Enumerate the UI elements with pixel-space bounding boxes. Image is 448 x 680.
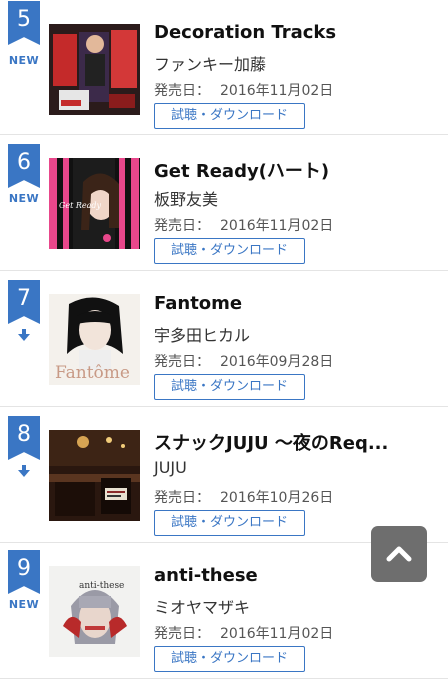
cover-text: anti-these [79,581,124,591]
release-date: 発売日： 2016年10月26日 [154,487,333,507]
rank-badge: 9 [8,550,40,594]
ranking-item[interactable]: 6 NEW Get Ready Get Ready(ハート) 板野友美 発売日：… [0,135,448,271]
release-label: 発売日： [154,218,210,234]
ranking-item[interactable]: 5 NEW Decoration Tracks ファンキー加藤 発売日： 2016… [0,0,448,135]
album-cover[interactable] [49,24,140,115]
artist-name[interactable]: ミオヤマザキ [154,594,250,618]
album-cover-image [49,430,140,521]
release-label: 発売日： [154,490,210,506]
rank-badge: 6 [8,144,40,188]
rank-badge: 5 [8,1,40,45]
release-value: 2016年11月02日 [220,83,334,99]
release-value: 2016年11月02日 [220,626,334,642]
release-value: 2016年10月26日 [220,490,334,506]
artist-name[interactable]: 板野友美 [154,186,218,210]
listen-download-button[interactable]: 試聴・ダウンロード [154,238,305,264]
scroll-to-top-button[interactable] [371,526,427,582]
listen-download-button[interactable]: 試聴・ダウンロード [154,374,305,400]
track-title[interactable]: Decoration Tracks [154,22,434,43]
chevron-up-icon [386,546,412,562]
release-label: 発売日： [154,354,210,370]
listen-download-button[interactable]: 試聴・ダウンロード [154,510,305,536]
release-label: 発売日： [154,83,210,99]
release-date: 発売日： 2016年11月02日 [154,623,333,643]
artist-name[interactable]: 宇多田ヒカル [154,322,250,346]
album-cover-image: anti-these [49,566,140,657]
album-cover[interactable]: Fantôme [49,294,140,385]
cover-text: Get Ready [59,201,102,210]
listen-download-button[interactable]: 試聴・ダウンロード [154,103,305,129]
release-date: 発売日： 2016年09月28日 [154,351,333,371]
album-cover-image: Get Ready [49,158,140,249]
release-value: 2016年09月28日 [220,354,334,370]
new-badge: NEW [8,598,40,611]
release-date: 発売日： 2016年11月02日 [154,80,333,100]
ranking-item[interactable]: 7 Fantôme Fantome 宇多田ヒカル 発売日： 2016年09月28日… [0,271,448,407]
album-cover[interactable] [49,430,140,521]
album-cover-image [49,24,140,115]
track-title[interactable]: Fantome [154,293,434,314]
artist-name[interactable]: JUJU [154,458,187,477]
new-badge: NEW [8,192,40,205]
trend-down-icon [18,329,30,341]
release-date: 発売日： 2016年11月02日 [154,215,333,235]
album-cover-image: Fantôme [49,294,140,385]
track-title[interactable]: スナックJUJU ～夜のReq... [154,429,434,455]
artist-name[interactable]: ファンキー加藤 [154,51,266,75]
listen-download-button[interactable]: 試聴・ダウンロード [154,646,305,672]
trend-down-icon [18,465,30,477]
album-cover[interactable]: Get Ready [49,158,140,249]
track-title[interactable]: Get Ready(ハート) [154,157,434,183]
cover-text: Fantôme [55,363,130,383]
release-value: 2016年11月02日 [220,218,334,234]
album-cover[interactable]: anti-these [49,566,140,657]
ranking-item[interactable]: 8 スナックJUJU ～夜のReq... JUJU 発売日： 2016年10月2… [0,407,448,543]
new-badge: NEW [8,54,40,67]
rank-badge: 7 [8,280,40,324]
rank-badge: 8 [8,416,40,460]
release-label: 発売日： [154,626,210,642]
